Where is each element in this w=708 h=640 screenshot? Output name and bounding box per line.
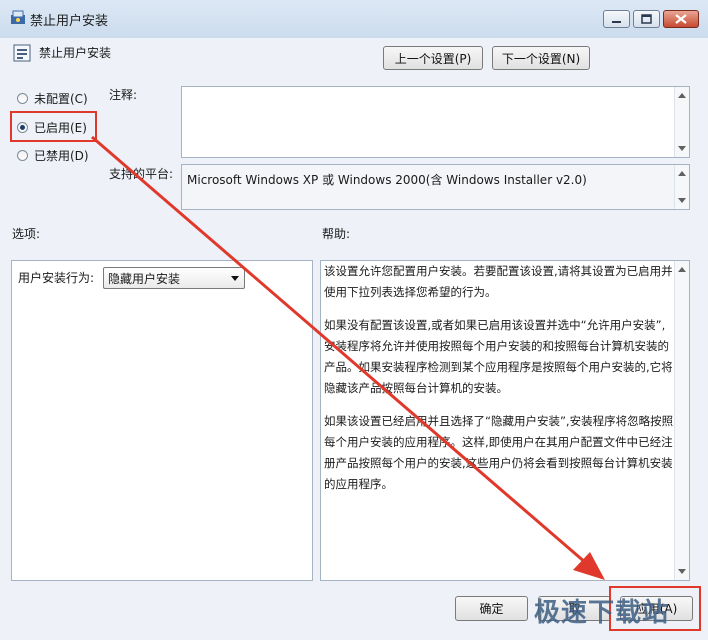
watermark-logo: 极速下载站 xyxy=(534,598,670,628)
annotation-arrow xyxy=(91,135,605,580)
